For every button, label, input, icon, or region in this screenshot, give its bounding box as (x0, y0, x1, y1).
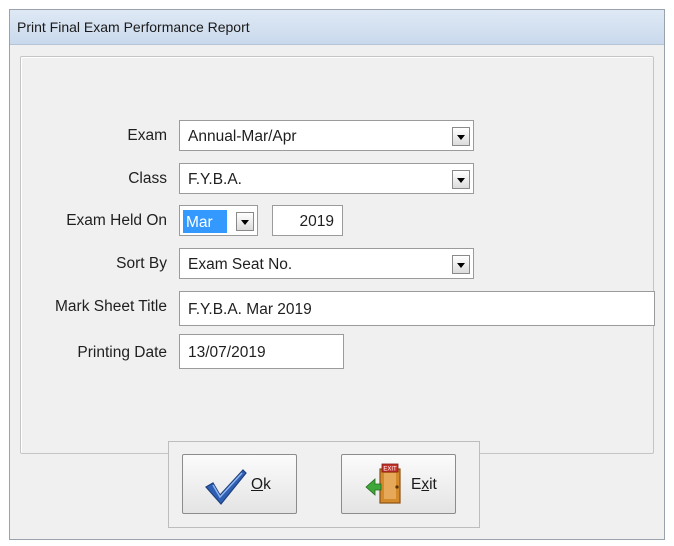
exam-label: Exam (127, 127, 167, 144)
exam-value: Annual-Mar/Apr (188, 128, 297, 145)
printing-date-label: Printing Date (77, 344, 167, 361)
ok-button-label: Ok (251, 476, 271, 494)
exam-dropdown-button[interactable] (452, 127, 470, 146)
mark-sheet-title-input[interactable]: F.Y.B.A. Mar 2019 (179, 291, 655, 326)
printing-date-value: 13/07/2019 (188, 344, 266, 361)
ok-button[interactable]: Ok (182, 454, 297, 514)
button-panel: Ok EXIT Exit (168, 441, 480, 528)
title-bar: Print Final Exam Performance Report (10, 10, 664, 45)
exam-dropdown[interactable]: Annual-Mar/Apr (179, 120, 474, 151)
chevron-down-icon (457, 135, 465, 140)
class-label: Class (128, 170, 167, 187)
exam-held-on-label: Exam Held On (66, 212, 167, 229)
chevron-down-icon (457, 263, 465, 268)
exit-label-rest: it (429, 476, 437, 493)
mark-sheet-title-value: F.Y.B.A. Mar 2019 (188, 301, 312, 318)
exam-month-value: Mar (186, 214, 213, 231)
exam-year-field[interactable]: 2019 (272, 205, 343, 236)
chevron-down-icon (457, 178, 465, 183)
sort-by-dropdown-button[interactable] (452, 255, 470, 274)
exit-mnemonic: x (421, 476, 430, 493)
chevron-down-icon (241, 220, 249, 225)
printing-date-input[interactable]: 13/07/2019 (179, 334, 344, 369)
sort-by-dropdown[interactable]: Exam Seat No. (179, 248, 474, 279)
checkmark-icon (205, 469, 247, 505)
exit-door-icon: EXIT (365, 463, 401, 504)
exit-button[interactable]: EXIT Exit (341, 454, 456, 514)
sort-by-value: Exam Seat No. (188, 256, 293, 273)
ok-label-rest: k (263, 476, 271, 493)
month-dropdown-button[interactable] (236, 212, 254, 231)
exit-sign-text: EXIT (383, 467, 397, 473)
ok-mnemonic: O (251, 476, 264, 493)
window-title: Print Final Exam Performance Report (17, 19, 250, 35)
sort-by-label: Sort By (116, 255, 167, 272)
month-selection-highlight: Mar (183, 210, 227, 233)
mark-sheet-title-label: Mark Sheet Title (55, 298, 167, 315)
class-dropdown-button[interactable] (452, 170, 470, 189)
exam-year-value: 2019 (299, 213, 334, 230)
class-value: F.Y.B.A. (188, 171, 242, 188)
exit-label-prefix: E (411, 476, 422, 493)
class-dropdown[interactable]: F.Y.B.A. (179, 163, 474, 194)
exam-month-dropdown[interactable]: Mar (179, 205, 258, 236)
exit-button-label: Exit (411, 476, 437, 494)
